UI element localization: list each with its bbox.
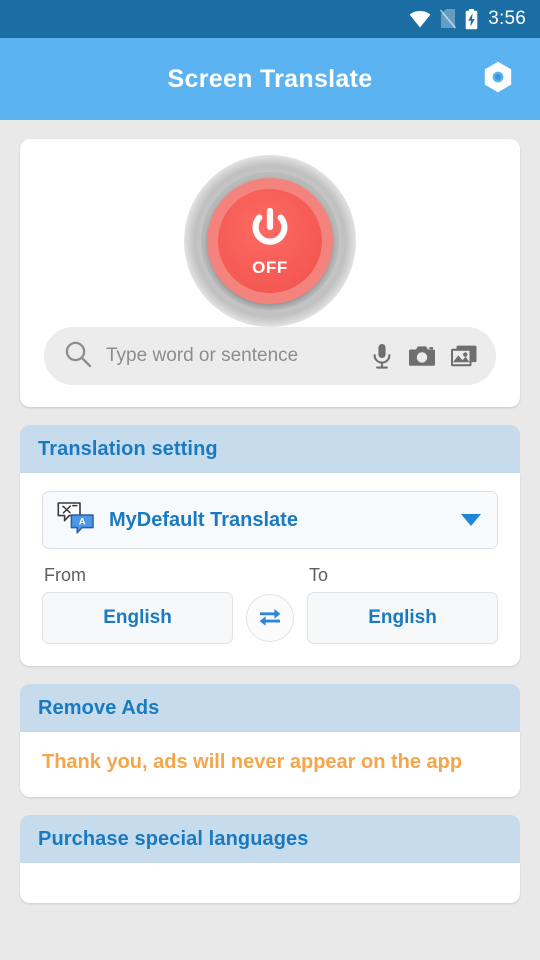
camera-icon[interactable] (408, 344, 436, 368)
search-bar[interactable] (44, 327, 496, 385)
settings-button[interactable] (476, 57, 520, 101)
app-bar: Screen Translate (0, 38, 540, 120)
swap-arrows-icon (257, 605, 283, 632)
purchase-languages-header[interactable]: Purchase special languages (20, 815, 520, 863)
to-language-value: English (368, 607, 437, 628)
translate-engine-name: MyDefault Translate (109, 508, 298, 531)
power-icon (247, 206, 293, 257)
search-input[interactable] (106, 345, 370, 367)
section-title: Translation setting (38, 438, 218, 460)
translate-engine-dropdown[interactable]: A MyDefault Translate (42, 491, 498, 549)
language-pair-row: From English To English (42, 565, 498, 644)
section-title: Purchase special languages (38, 828, 309, 850)
settings-gear-icon (483, 61, 513, 98)
from-language-value: English (103, 607, 172, 628)
from-language-group: From English (42, 565, 233, 644)
app-title: Screen Translate (167, 64, 373, 93)
swap-holder (233, 592, 307, 644)
swap-languages-button[interactable] (246, 594, 294, 642)
power-button-area: OFF (20, 155, 520, 327)
translate-bubbles-icon: A (57, 501, 95, 540)
battery-charging-icon (465, 8, 478, 30)
purchase-languages-body (20, 863, 520, 903)
power-and-search-card: OFF (20, 139, 520, 407)
sim-card-off-icon (440, 9, 457, 29)
microphone-icon[interactable] (370, 342, 394, 370)
to-language-group: To English (307, 565, 498, 644)
wifi-icon (409, 10, 431, 28)
translation-setting-header[interactable]: Translation setting (20, 425, 520, 473)
power-button-ring: OFF (207, 178, 333, 304)
gallery-image-icon[interactable] (450, 344, 478, 368)
power-state-label: OFF (252, 258, 288, 277)
search-actions (370, 342, 478, 370)
from-label: From (44, 565, 86, 585)
remove-ads-section: Remove Ads Thank you, ads will never app… (20, 684, 520, 797)
power-toggle-button[interactable]: OFF (184, 155, 356, 327)
to-label: To (309, 565, 329, 585)
to-language-button[interactable]: English (307, 592, 498, 644)
status-bar-clock: 3:56 (488, 8, 526, 29)
remove-ads-message: Thank you, ads will never appear on the … (42, 751, 463, 773)
section-title: Remove Ads (38, 697, 160, 719)
remove-ads-body: Thank you, ads will never appear on the … (20, 732, 520, 797)
search-icon (64, 340, 92, 373)
main-scroll-area[interactable]: OFF Type word or sentence Translation se… (0, 120, 540, 960)
svg-text:A: A (79, 516, 86, 527)
translation-setting-section: Translation setting A MyDefault Translat… (20, 425, 520, 666)
purchase-languages-section: Purchase special languages (20, 815, 520, 903)
from-language-button[interactable]: English (42, 592, 233, 644)
translation-setting-body: A MyDefault Translate From English To En… (20, 473, 520, 666)
status-bar: 3:56 (0, 0, 540, 38)
power-button-core: OFF (218, 189, 322, 293)
chevron-down-icon[interactable] (461, 514, 481, 526)
remove-ads-header[interactable]: Remove Ads (20, 684, 520, 732)
